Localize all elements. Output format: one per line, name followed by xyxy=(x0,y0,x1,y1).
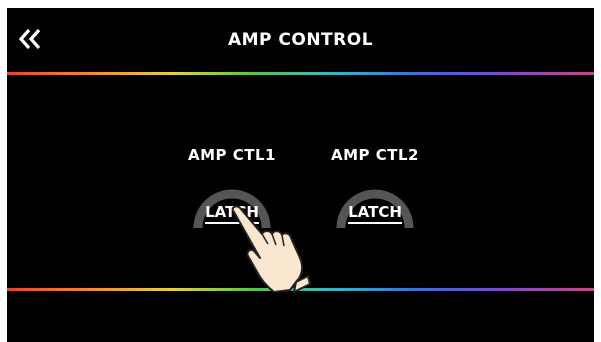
pointing-hand-icon xyxy=(231,205,311,293)
amp-ctl2-knob[interactable]: AMP CTL2 LATCH xyxy=(325,146,425,236)
header: AMP CONTROL xyxy=(7,8,594,72)
page-title: AMP CONTROL xyxy=(227,30,374,50)
amp-ctl1-label: AMP CTL1 xyxy=(188,146,276,164)
top-divider xyxy=(7,72,594,75)
amp-ctl2-value[interactable]: LATCH xyxy=(325,203,425,224)
amp-ctl2-label: AMP CTL2 xyxy=(331,146,419,164)
